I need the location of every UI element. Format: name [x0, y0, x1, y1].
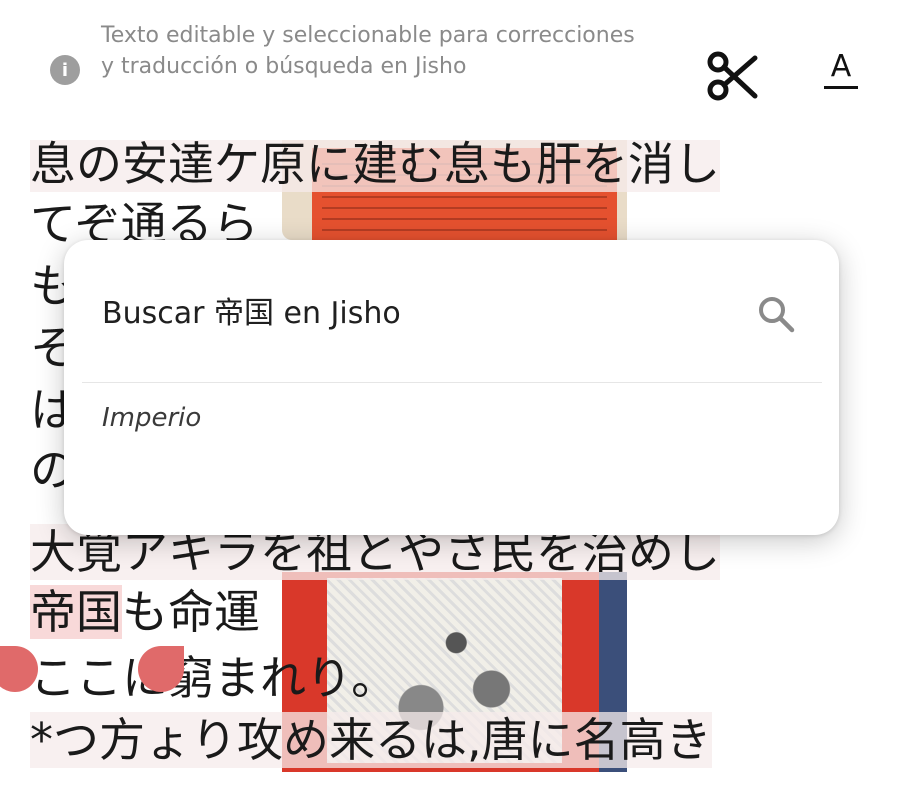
translation-text: Imperio [102, 403, 202, 433]
line-rest[interactable]: も命運 [122, 585, 260, 639]
font-icon-underline [824, 86, 858, 89]
scissors-button[interactable] [700, 48, 762, 106]
selected-word[interactable]: 帝国 [30, 585, 122, 639]
ocr-line-selected[interactable]: 帝国も命運 [30, 584, 260, 640]
info-icon: i [50, 55, 80, 85]
ocr-line[interactable]: ここに窮まれり。 [30, 650, 397, 706]
search-jisho-row[interactable]: Buscar 帝国 en Jisho [64, 240, 839, 382]
scissors-icon [707, 51, 758, 101]
selection-handle-end[interactable] [138, 646, 184, 692]
font-icon-letter: A [830, 49, 852, 84]
search-icon [759, 297, 795, 333]
ocr-line[interactable]: *つ方ょり攻め来るは,唐に名高き [30, 712, 712, 768]
top-toolbar: i Texto editable y seleccionable para co… [0, 0, 903, 140]
font-button[interactable]: A [818, 50, 864, 98]
ocr-line[interactable]: 息の安達ケ原に建む息も肝を消し [30, 140, 720, 192]
info-text: Texto editable y seleccionable para corr… [101, 23, 635, 79]
search-jisho-label: Buscar 帝国 en Jisho [102, 296, 401, 331]
popup-divider [82, 382, 822, 383]
jisho-popup: Buscar 帝国 en Jisho Imperio [64, 240, 839, 535]
